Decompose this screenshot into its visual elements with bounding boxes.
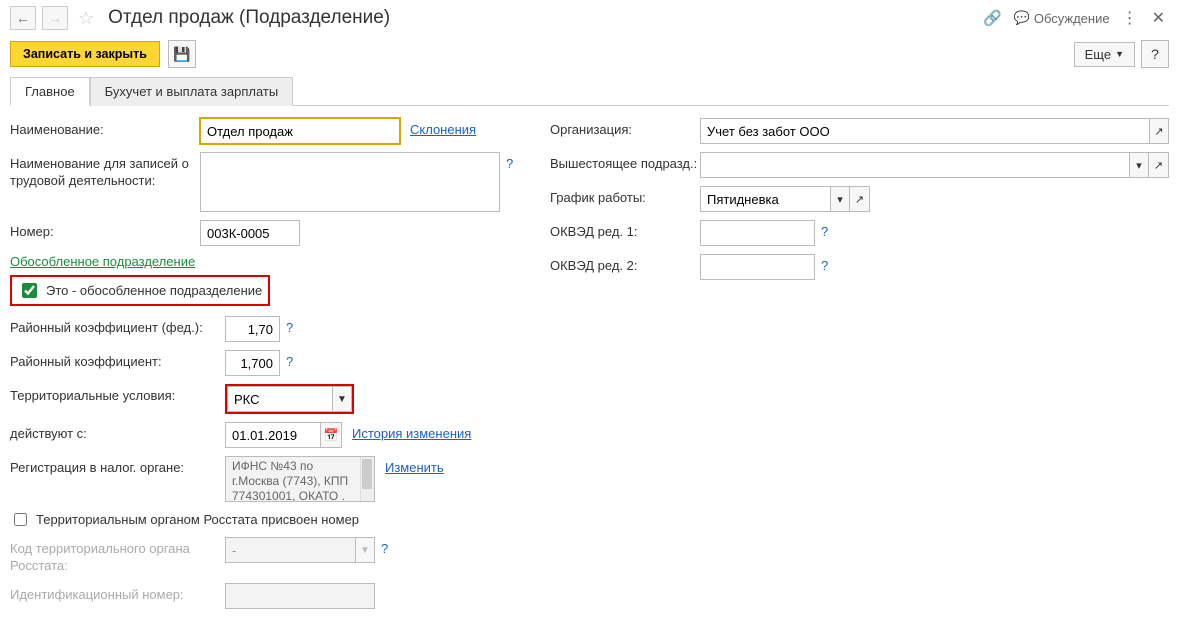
- id-number-input: [225, 583, 375, 609]
- close-icon[interactable]: ✕: [1148, 8, 1169, 28]
- discuss-button[interactable]: 💬 Обсуждение: [1014, 10, 1110, 26]
- separate-division-header[interactable]: Обособленное подразделение: [10, 254, 520, 269]
- open-icon: ↗: [1154, 125, 1163, 138]
- tax-registration-readonly: ИФНС №43 по г.Москва (7743), КПП 7743010…: [225, 456, 375, 502]
- separate-division-checkbox-wrap: Это - обособленное подразделение: [10, 275, 270, 306]
- parent-dropdown-button[interactable]: ▾: [1129, 152, 1149, 178]
- tab-accounting[interactable]: Бухучет и выплата зарплаты: [90, 77, 294, 106]
- history-link[interactable]: История изменения: [352, 422, 471, 441]
- labor-activity-label: Наименование для записей о трудовой деят…: [10, 152, 200, 190]
- scrollbar[interactable]: [360, 457, 374, 501]
- link-icon[interactable]: 🔗: [983, 9, 1002, 27]
- organization-open-button[interactable]: ↗: [1149, 118, 1169, 144]
- help-button[interactable]: ?: [1141, 40, 1169, 68]
- save-button[interactable]: 💾: [168, 40, 196, 68]
- schedule-input[interactable]: [700, 186, 830, 212]
- rosstat-number-checkbox[interactable]: [14, 513, 27, 526]
- chat-icon: 💬: [1014, 10, 1030, 26]
- chevron-down-icon: ▼: [1115, 49, 1124, 59]
- coef-input[interactable]: [225, 350, 280, 376]
- separate-division-checkbox-label: Это - обособленное подразделение: [46, 283, 262, 298]
- chevron-down-icon: ▾: [837, 193, 843, 206]
- schedule-dropdown-button[interactable]: ▾: [830, 186, 850, 212]
- okved2-input[interactable]: [700, 254, 815, 280]
- chevron-down-icon: ▼: [337, 394, 347, 405]
- help-icon[interactable]: ?: [821, 254, 828, 273]
- help-icon[interactable]: ?: [286, 350, 293, 369]
- calendar-icon: 📅: [324, 428, 339, 442]
- favorite-star-icon[interactable]: ☆: [78, 8, 94, 29]
- id-number-label: Идентификационный номер:: [10, 583, 225, 604]
- valid-from-date-input[interactable]: [225, 422, 320, 448]
- declensions-link[interactable]: Склонения: [410, 118, 476, 137]
- tab-main[interactable]: Главное: [10, 77, 90, 106]
- organization-input[interactable]: [700, 118, 1149, 144]
- valid-from-label: действуют с:: [10, 422, 225, 443]
- rosstat-number-label: Территориальным органом Росстата присвое…: [36, 512, 359, 527]
- okved2-label: ОКВЭД ред. 2:: [550, 254, 700, 273]
- fed-coef-label: Районный коэффициент (фед.):: [10, 316, 225, 337]
- chevron-down-icon: ▾: [1136, 159, 1142, 172]
- change-link[interactable]: Изменить: [385, 456, 444, 475]
- more-button[interactable]: Еще ▼: [1074, 42, 1135, 67]
- rosstat-code-dropdown: ▼: [355, 537, 375, 563]
- tax-registration-label: Регистрация в налог. органе:: [10, 456, 225, 477]
- number-label: Номер:: [10, 220, 200, 241]
- territory-conditions-select[interactable]: [227, 386, 332, 412]
- organization-label: Организация:: [550, 118, 700, 137]
- nav-back-button[interactable]: ←: [10, 6, 36, 30]
- parent-division-input[interactable]: [700, 152, 1129, 178]
- rosstat-code-input: [225, 537, 355, 563]
- floppy-icon: 💾: [173, 46, 190, 63]
- parent-division-label: Вышестоящее подразд.:: [550, 152, 700, 171]
- territory-dropdown-button[interactable]: ▼: [332, 386, 352, 412]
- help-icon[interactable]: ?: [286, 316, 293, 335]
- open-icon: ↗: [855, 193, 864, 206]
- kebab-menu-icon[interactable]: ⋮: [1122, 8, 1136, 28]
- save-and-close-button[interactable]: Записать и закрыть: [10, 41, 160, 67]
- parent-open-button[interactable]: ↗: [1149, 152, 1169, 178]
- open-icon: ↗: [1154, 159, 1163, 172]
- okved1-input[interactable]: [700, 220, 815, 246]
- date-picker-button[interactable]: 📅: [320, 422, 342, 448]
- page-title: Отдел продаж (Подразделение): [108, 7, 977, 29]
- fed-coef-input[interactable]: [225, 316, 280, 342]
- help-icon[interactable]: ?: [506, 152, 513, 171]
- tabs: Главное Бухучет и выплата зарплаты: [10, 76, 1169, 106]
- help-icon[interactable]: ?: [381, 537, 388, 556]
- number-input[interactable]: [200, 220, 300, 246]
- nav-forward-button[interactable]: →: [42, 6, 68, 30]
- okved1-label: ОКВЭД ред. 1:: [550, 220, 700, 239]
- labor-activity-input[interactable]: [200, 152, 500, 212]
- rosstat-code-label: Код территориального органа Росстата:: [10, 537, 225, 575]
- coef-label: Районный коэффициент:: [10, 350, 225, 371]
- schedule-open-button[interactable]: ↗: [850, 186, 870, 212]
- name-input[interactable]: [200, 118, 400, 144]
- name-label: Наименование:: [10, 118, 200, 139]
- schedule-label: График работы:: [550, 186, 700, 205]
- separate-division-checkbox[interactable]: [22, 283, 37, 298]
- territory-conditions-label: Территориальные условия:: [10, 384, 225, 405]
- help-icon[interactable]: ?: [821, 220, 828, 239]
